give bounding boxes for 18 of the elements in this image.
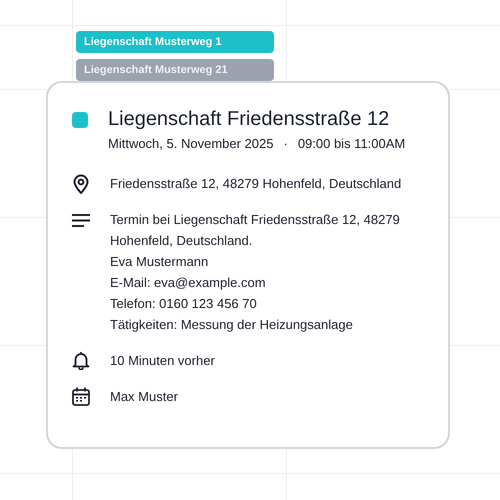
text-lines-icon bbox=[72, 214, 90, 227]
detail-text: Friedensstraße 12, 48279 Hohenfeld, Deutschland bbox=[110, 175, 402, 193]
location-pin-icon bbox=[73, 174, 89, 194]
event-chip[interactable]: Liegenschaft Musterweg 1 bbox=[76, 31, 274, 53]
detail-text: Eva Mustermann bbox=[110, 253, 210, 271]
calendar-icon bbox=[72, 387, 90, 406]
detail-text: E-Mail: eva@example.com bbox=[110, 274, 267, 292]
detail-text: Telefon: 0160 123 456 70 bbox=[110, 295, 258, 313]
event-title: Liegenschaft Friedensstraße 12 bbox=[108, 107, 390, 132]
event-time: 09:00 bis 11:00AM bbox=[298, 136, 406, 151]
detail-text: Max Muster bbox=[110, 388, 179, 406]
bell-icon bbox=[72, 351, 90, 370]
event-date: Mittwoch, 5. November 2025 bbox=[108, 136, 274, 151]
detail-text: 10 Minuten vorher bbox=[110, 352, 216, 370]
detail-text: Tätigkeiten: Messung der Heizungsanlage bbox=[110, 316, 354, 334]
detail-text: Termin bei Liegenschaft Friedensstraße 12, 48279 Hohenfeld, Deutschland. bbox=[110, 211, 401, 250]
separator-dot: · bbox=[283, 136, 288, 151]
event-chip[interactable]: Liegenschaft Musterweg 21 bbox=[76, 59, 274, 81]
